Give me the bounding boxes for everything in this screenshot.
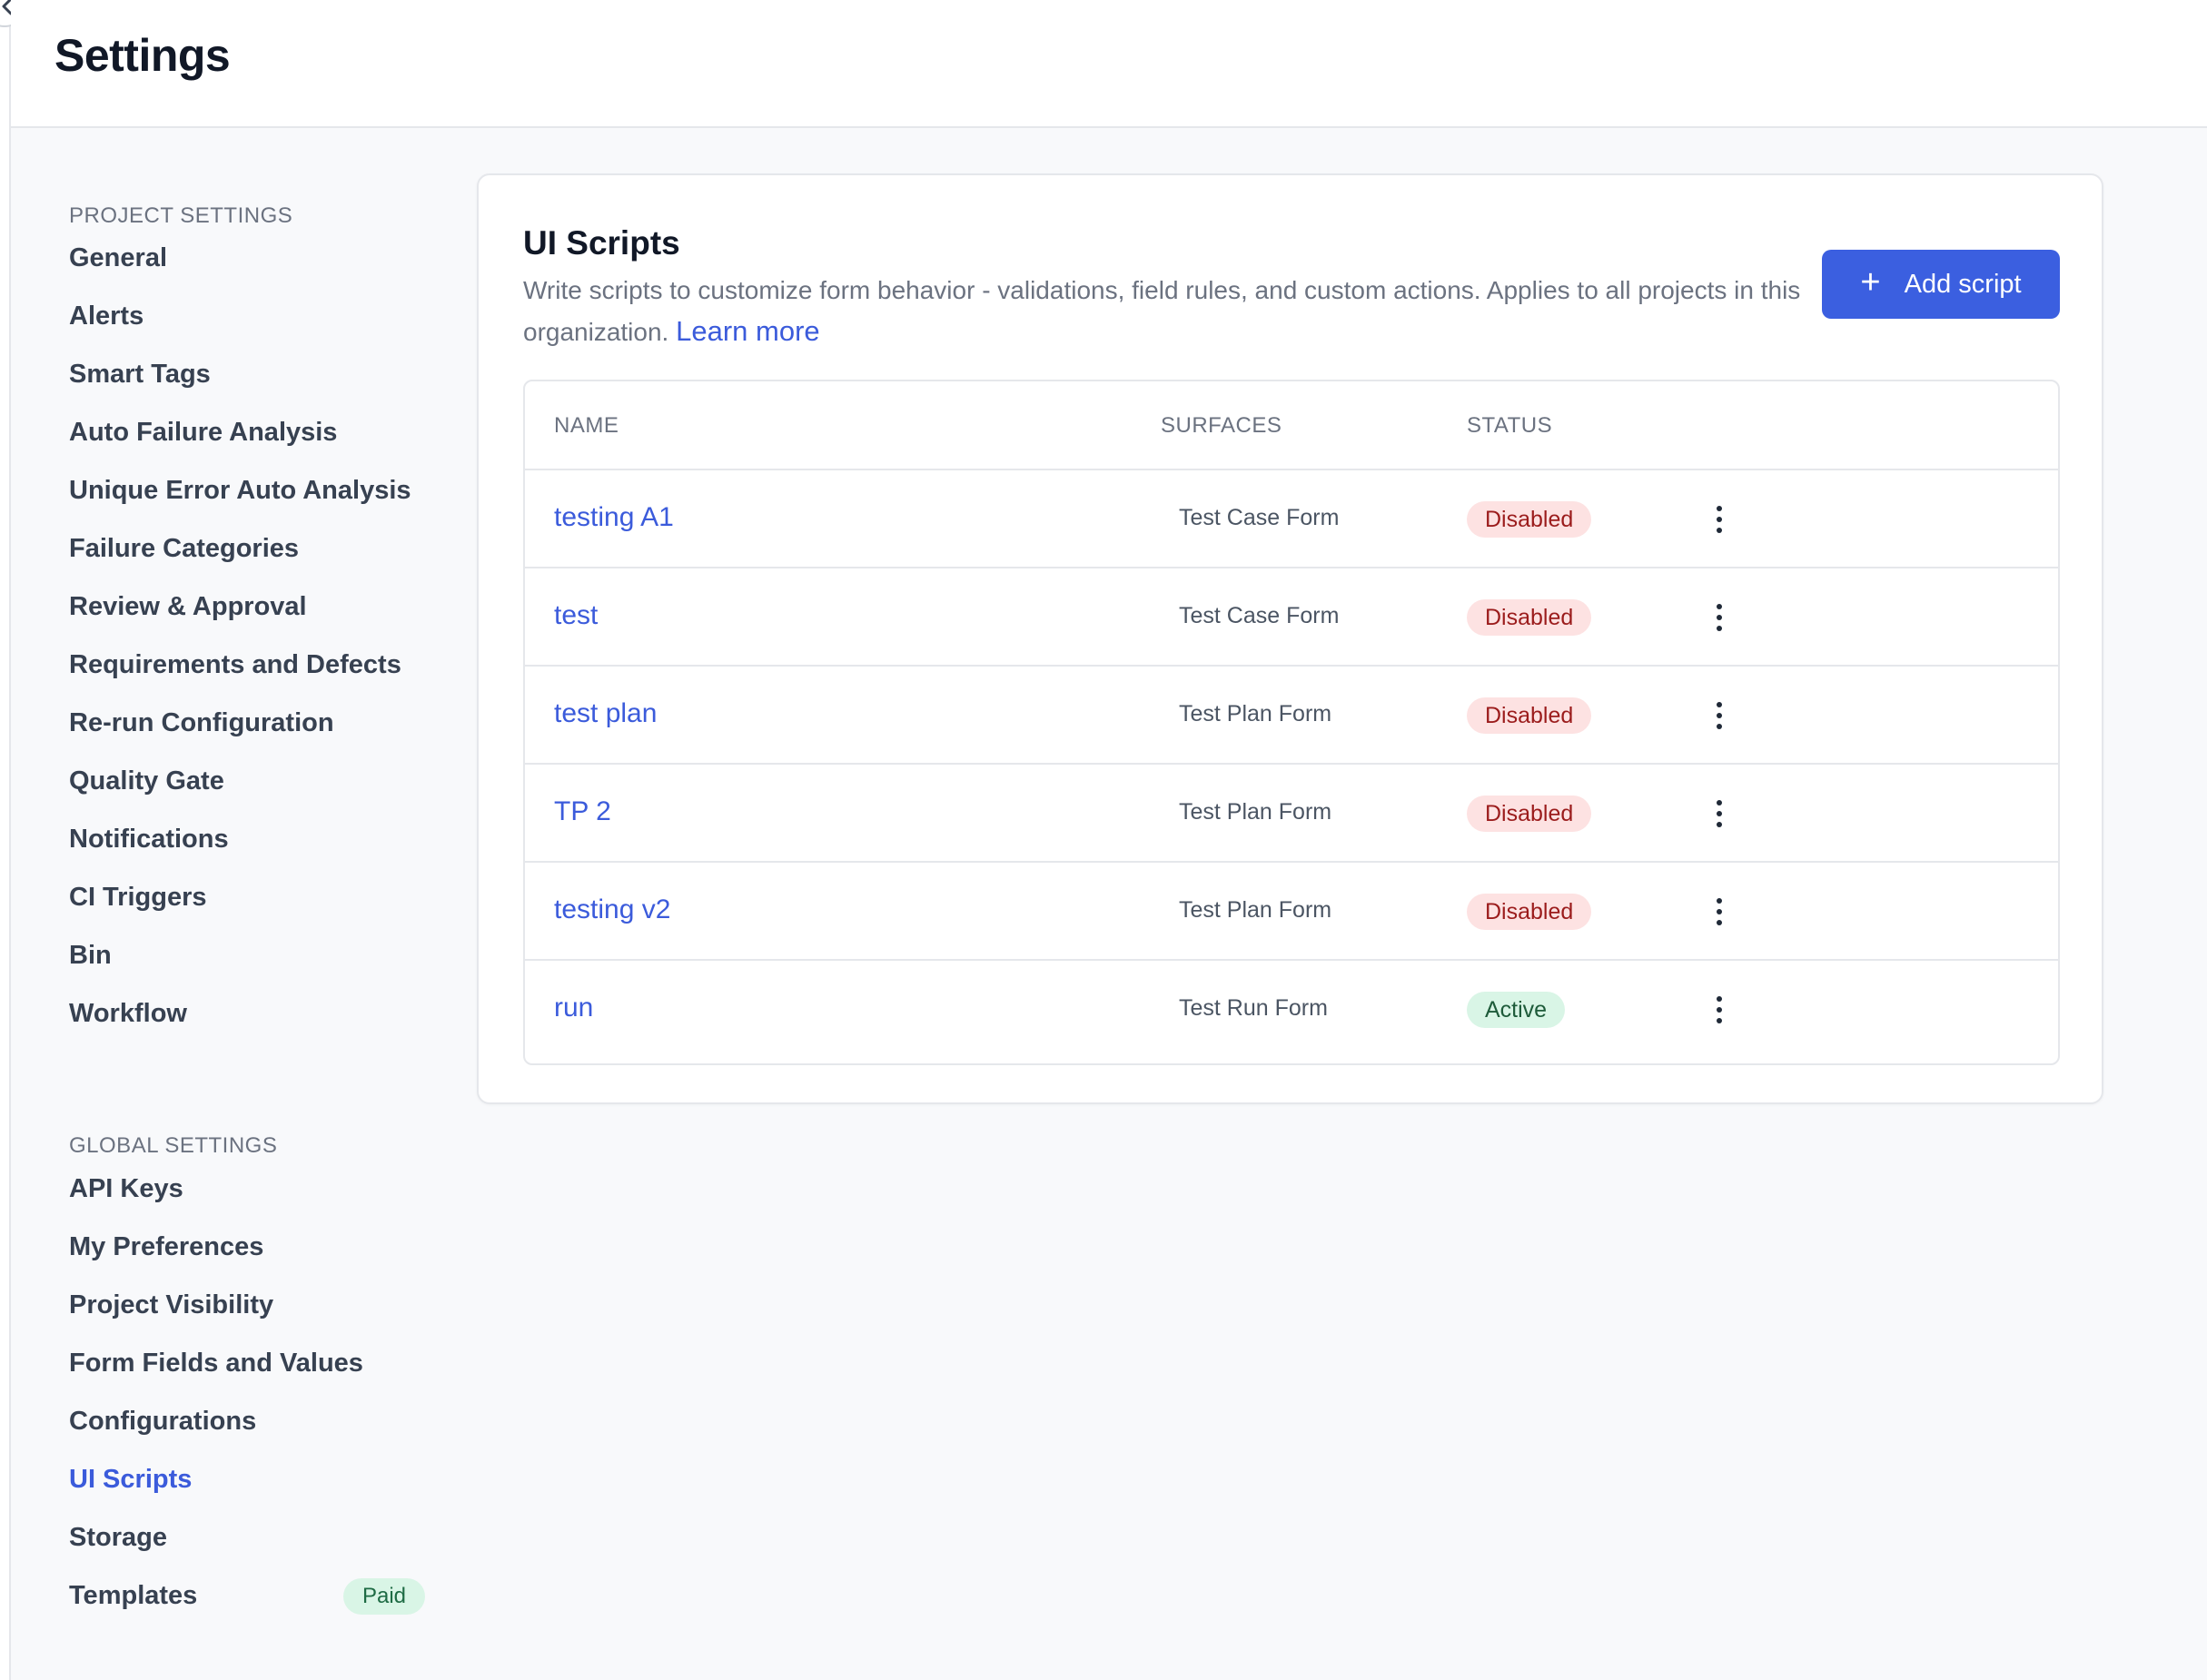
project-settings-heading: PROJECT SETTINGS [69,203,293,228]
sidebar-item-failure-categories[interactable]: Failure Categories [69,534,299,564]
add-script-label: Add script [1904,269,2022,299]
sidebar-item-ci-triggers[interactable]: CI Triggers [69,883,207,913]
section-description: Write scripts to customize form behavior… [523,270,1836,352]
script-surface: Test Case Form [1179,505,1340,530]
table-row: TP 2 Test Plan Form Disabled [525,765,2058,863]
page-header: Settings [11,0,2207,128]
sidebar-item-requirements-and-defects[interactable]: Requirements and Defects [69,650,401,680]
table-row: testing A1 Test Case Form Disabled [525,470,2058,568]
sidebar-item-storage[interactable]: Storage [69,1523,167,1553]
table-row: test Test Case Form Disabled [525,568,2058,667]
script-name-link[interactable]: TP 2 [554,796,611,827]
table-row: run Test Run Form Active [525,961,2058,1059]
more-vertical-icon[interactable] [1706,990,1733,1030]
sidebar-item-notifications[interactable]: Notifications [69,825,229,855]
sidebar-item-auto-failure-analysis[interactable]: Auto Failure Analysis [69,418,337,448]
table-row: testing v2 Test Plan Form Disabled [525,863,2058,961]
sidebar-item-smart-tags[interactable]: Smart Tags [69,360,211,390]
more-vertical-icon[interactable] [1706,794,1733,834]
status-badge: Disabled [1467,599,1592,636]
table-row: test plan Test Plan Form Disabled [525,667,2058,765]
status-badge: Disabled [1467,697,1592,734]
sidebar-item-my-preferences[interactable]: My Preferences [69,1232,263,1262]
script-surface: Test Case Form [1179,603,1340,628]
more-vertical-icon[interactable] [1706,892,1733,932]
page-title: Settings [54,30,231,81]
sidebar-item-templates[interactable]: Templates [69,1581,197,1611]
script-name-link[interactable]: test plan [554,698,657,729]
status-badge: Active [1467,992,1566,1028]
script-name-link[interactable]: testing A1 [554,502,674,533]
sidebar-item-configurations[interactable]: Configurations [69,1407,256,1437]
paid-badge: Paid [343,1578,425,1615]
sidebar-item-workflow[interactable]: Workflow [69,999,187,1029]
sidebar-item-re-run-configuration[interactable]: Re-run Configuration [69,708,334,738]
left-rail [0,0,11,1680]
more-vertical-icon[interactable] [1706,598,1733,637]
script-name-link[interactable]: testing v2 [554,894,670,925]
script-name-link[interactable]: run [554,993,593,1023]
sidebar-item-alerts[interactable]: Alerts [69,301,144,331]
script-surface: Test Plan Form [1179,701,1332,726]
sidebar-item-api-keys[interactable]: API Keys [69,1174,183,1204]
sidebar-item-quality-gate[interactable]: Quality Gate [69,766,224,796]
learn-more-link[interactable]: Learn more [676,315,820,347]
status-badge: Disabled [1467,501,1592,538]
sidebar-item-form-fields-and-values[interactable]: Form Fields and Values [69,1349,363,1379]
sidebar-item-bin[interactable]: Bin [69,941,112,971]
script-name-link[interactable]: test [554,600,598,631]
more-vertical-icon[interactable] [1706,696,1733,736]
section-title: UI Scripts [523,224,680,262]
sidebar-item-ui-scripts[interactable]: UI Scripts [69,1465,192,1495]
scripts-table: NAME SURFACES STATUS testing A1 Test Case… [523,380,2060,1065]
sidebar-item-project-visibility[interactable]: Project Visibility [69,1290,273,1320]
table-header: NAME SURFACES STATUS [525,381,2058,470]
global-settings-heading: GLOBAL SETTINGS [69,1133,278,1158]
script-surface: Test Plan Form [1179,799,1332,825]
sidebar-item-unique-error-auto-analysis[interactable]: Unique Error Auto Analysis [69,476,411,506]
column-header-name: NAME [554,413,619,438]
status-badge: Disabled [1467,796,1592,832]
plus-icon: + [1860,263,1881,301]
more-vertical-icon[interactable] [1706,499,1733,539]
add-script-button[interactable]: + Add script [1822,250,2060,319]
sidebar-item-review-and-approval[interactable]: Review & Approval [69,592,307,622]
column-header-surfaces: SURFACES [1161,413,1282,438]
sidebar-item-general[interactable]: General [69,243,167,273]
script-surface: Test Run Form [1179,995,1328,1021]
ui-scripts-card: UI Scripts Write scripts to customize fo… [477,173,2103,1104]
status-badge: Disabled [1467,894,1592,930]
script-surface: Test Plan Form [1179,897,1332,923]
column-header-status: STATUS [1467,413,1553,438]
